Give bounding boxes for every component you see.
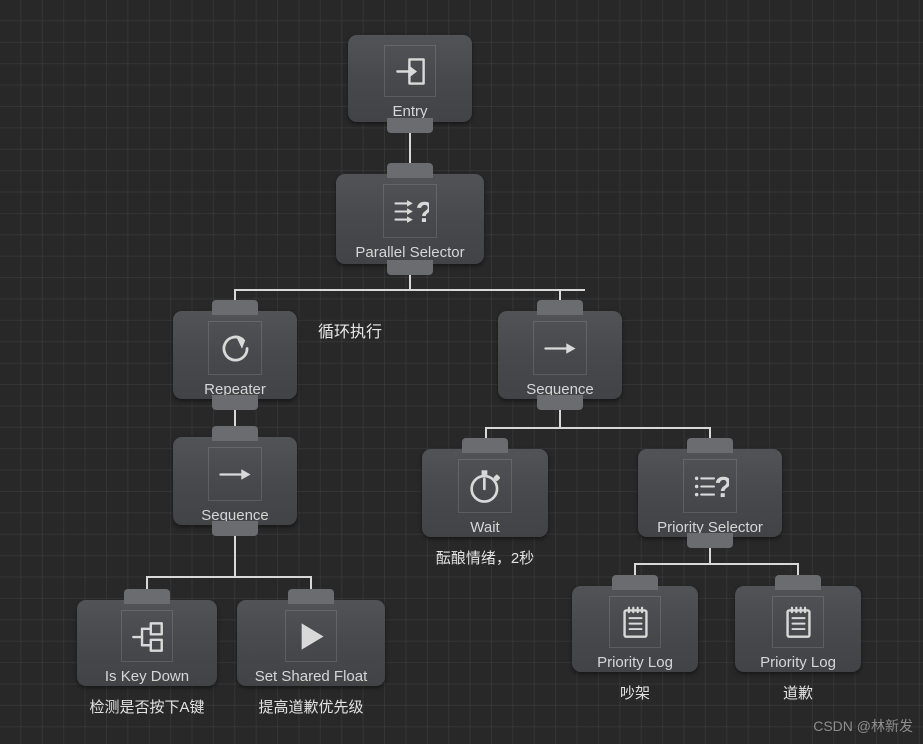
node-label: Set Shared Float	[254, 668, 368, 685]
annotation-loop-note: 循环执行	[318, 324, 383, 341]
node-input-port[interactable]	[387, 163, 433, 178]
node-input-port[interactable]	[212, 300, 258, 315]
repeater-icon	[208, 321, 262, 375]
node-priority-log-1[interactable]: Priority Log	[572, 575, 698, 672]
sequence-arrow-icon	[208, 447, 262, 501]
node-input-port[interactable]	[462, 438, 508, 453]
node-entry[interactable]: Entry	[348, 35, 472, 133]
notepad-icon	[772, 596, 824, 648]
connector-priority-bus	[634, 563, 798, 565]
node-input-port[interactable]	[212, 426, 258, 441]
node-sequence-right[interactable]: Sequence	[498, 300, 622, 410]
node-repeater[interactable]: Repeater	[173, 300, 297, 410]
connector-sequence-left-bus	[146, 576, 311, 578]
node-input-port[interactable]	[537, 300, 583, 315]
node-input-port[interactable]	[687, 438, 733, 453]
node-wait[interactable]: Wait	[422, 438, 548, 537]
node-set-shared-float[interactable]: Set Shared Float	[237, 589, 385, 686]
branch-nodes-icon	[121, 610, 173, 662]
notepad-icon	[609, 596, 661, 648]
watermark: CSDN @林新发	[813, 718, 913, 734]
connector-parallel-bus	[234, 289, 585, 291]
node-label: Entry	[392, 103, 428, 120]
node-sequence-left[interactable]: Sequence	[173, 426, 297, 536]
node-output-port[interactable]	[212, 521, 258, 536]
node-label: Priority Log	[760, 654, 836, 671]
stopwatch-icon	[458, 459, 512, 513]
entry-arrow-icon	[384, 45, 436, 97]
node-caption-priority-log-2: 道歉	[782, 685, 813, 702]
node-caption-wait: 酝酿情绪，2秒	[435, 550, 535, 567]
priority-selector-icon: ?	[683, 459, 737, 513]
node-input-port[interactable]	[124, 589, 170, 604]
node-output-port[interactable]	[537, 395, 583, 410]
connector-sequence-right-bus	[485, 427, 710, 429]
node-output-port[interactable]	[387, 118, 433, 133]
node-output-port[interactable]	[212, 395, 258, 410]
node-label: Priority Log	[597, 654, 673, 671]
svg-text:?: ?	[415, 196, 428, 228]
node-output-port[interactable]	[687, 533, 733, 548]
node-label: Wait	[470, 519, 500, 536]
node-input-port[interactable]	[775, 575, 821, 590]
play-triangle-icon	[285, 610, 337, 662]
node-parallel-selector[interactable]: ? Parallel Selector	[336, 163, 484, 275]
node-caption-set-shared-float: 提高道歉优先级	[258, 699, 364, 716]
node-input-port[interactable]	[288, 589, 334, 604]
sequence-arrow-icon	[533, 321, 587, 375]
node-input-port[interactable]	[612, 575, 658, 590]
node-label: Is Key Down	[104, 668, 190, 685]
node-is-key-down[interactable]: Is Key Down	[77, 589, 217, 686]
node-output-port[interactable]	[387, 260, 433, 275]
behavior-tree-canvas[interactable]: Entry? Parallel Selector Repeater Sequence I…	[0, 0, 923, 744]
node-priority-log-2[interactable]: Priority Log	[735, 575, 861, 672]
node-priority-selector[interactable]: ?Priority Selector	[638, 438, 782, 548]
parallel-selector-icon: ?	[383, 184, 437, 238]
node-label: Parallel Selector	[355, 244, 465, 261]
svg-text:?: ?	[714, 471, 728, 503]
